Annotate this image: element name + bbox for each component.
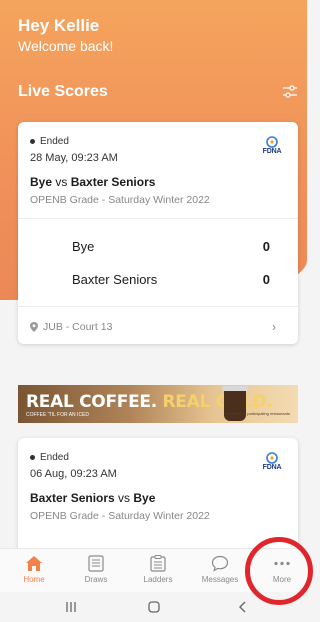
- greeting-block: Hey Kellie Welcome back!: [18, 16, 113, 55]
- team-a-name: Bye: [30, 175, 53, 189]
- draws-icon: [88, 555, 104, 572]
- filter-icon[interactable]: [282, 84, 298, 100]
- team-a-name: Baxter Seniors: [30, 491, 115, 505]
- team-b-name: Bye: [133, 491, 156, 505]
- nav-label: Home: [23, 575, 45, 584]
- association-logo-icon: [266, 136, 278, 148]
- location-pin-icon: [30, 322, 38, 332]
- team-b-name: Baxter Seniors: [70, 175, 156, 189]
- match-datetime: 06 Aug, 09:23 AM: [30, 468, 117, 480]
- ad-tagline: COFFEE 'TIL FOR AN ICED: [26, 412, 89, 418]
- home-button-icon[interactable]: [147, 600, 161, 614]
- association-logo: FDNA: [258, 136, 286, 155]
- live-scores-title: Live Scores: [18, 83, 108, 100]
- score-row: Baxter Seniors 0: [72, 272, 270, 287]
- score-value: 0: [262, 239, 270, 254]
- association-logo: FDNA: [258, 452, 286, 471]
- venue-link[interactable]: JUB - Court 13: [30, 321, 112, 333]
- home-icon: [26, 556, 42, 571]
- match-status: Ended: [30, 452, 69, 463]
- recent-apps-icon[interactable]: [64, 600, 78, 614]
- match-card[interactable]: Ended 06 Aug, 09:23 AM Baxter Seniors vs…: [18, 438, 298, 558]
- match-grade: OPENB Grade - Saturday Winter 2022: [30, 510, 210, 522]
- nav-item-ladders[interactable]: Ladders: [133, 555, 183, 584]
- score-team-name: Baxter Seniors: [72, 272, 158, 287]
- association-logo-text: FDNA: [262, 148, 282, 155]
- nav-label: Draws: [84, 575, 108, 584]
- highlight-ring: [245, 537, 313, 605]
- score-team-name: Bye: [72, 239, 95, 254]
- greeting-title: Hey Kellie: [18, 16, 100, 35]
- match-datetime: 28 May, 09:23 AM: [30, 152, 118, 164]
- score-value: 0: [262, 272, 270, 287]
- nav-label: Ladders: [143, 575, 173, 584]
- nav-item-draws[interactable]: Draws: [71, 555, 121, 584]
- match-grade: OPENB Grade - Saturday Winter 2022: [30, 194, 210, 206]
- status-dot-icon: [30, 455, 35, 460]
- vs-label: vs: [55, 175, 68, 189]
- ad-banner[interactable]: REAL COFFEE. REAL COLD. COFFEE 'TIL FOR …: [18, 385, 298, 423]
- match-status-label: Ended: [40, 452, 69, 463]
- match-status-label: Ended: [40, 136, 69, 147]
- match-title: Baxter Seniors vs Bye: [30, 491, 155, 505]
- nav-item-home[interactable]: Home: [9, 555, 59, 584]
- score-row: Bye 0: [72, 239, 270, 254]
- nav-item-messages[interactable]: Messages: [195, 555, 245, 584]
- ad-headline-part2: REAL COLD.: [162, 392, 273, 412]
- ladders-icon: [150, 555, 166, 572]
- association-logo-icon: [266, 452, 278, 464]
- card-divider: [18, 306, 298, 307]
- match-status: Ended: [30, 136, 69, 147]
- chevron-right-icon[interactable]: ›: [272, 320, 276, 334]
- ad-headline-part1: REAL COFFEE.: [26, 392, 157, 412]
- greeting-subtitle: Welcome back!: [18, 38, 114, 54]
- vs-label: vs: [118, 491, 131, 505]
- nav-label: Messages: [201, 575, 239, 584]
- back-icon[interactable]: [236, 600, 250, 614]
- card-divider: [18, 218, 298, 219]
- ad-fineprint: Available at participating restaurants: [225, 411, 290, 416]
- status-dot-icon: [30, 139, 35, 144]
- match-title: Bye vs Baxter Seniors: [30, 175, 155, 189]
- association-logo-text: FDNA: [262, 464, 282, 471]
- match-card[interactable]: Ended 28 May, 09:23 AM Bye vs Baxter Sen…: [18, 122, 298, 344]
- venue-label: JUB - Court 13: [43, 321, 113, 333]
- messages-icon: [211, 555, 229, 572]
